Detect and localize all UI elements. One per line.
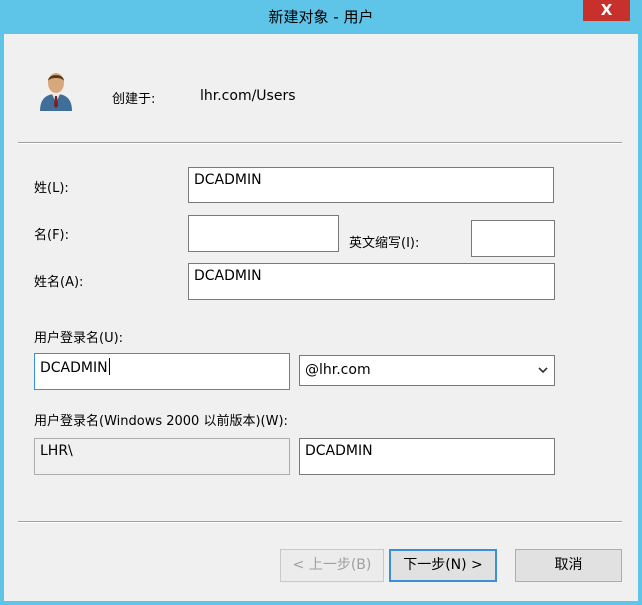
last-name-label: 姓(L): bbox=[34, 181, 69, 196]
domain-suffix-value: @lhr.com bbox=[305, 362, 371, 378]
cancel-button[interactable]: 取消 bbox=[515, 549, 622, 582]
initials-input[interactable] bbox=[471, 220, 555, 257]
text-caret bbox=[108, 358, 110, 375]
full-name-input[interactable]: DCADMIN bbox=[188, 263, 555, 300]
full-name-label: 姓名(A): bbox=[34, 275, 84, 290]
title-bar: 新建对象 - 用户 X bbox=[0, 0, 642, 34]
first-name-label: 名(F): bbox=[34, 228, 70, 243]
logon-name-value: DCADMIN bbox=[40, 360, 108, 376]
created-in-value: lhr.com/Users bbox=[200, 88, 296, 104]
chevron-down-icon bbox=[538, 367, 548, 374]
back-button[interactable]: < 上一步(B) bbox=[280, 549, 384, 582]
separator bbox=[18, 521, 622, 523]
dialog-body: 创建于: lhr.com/Users 姓(L): DCADMIN 名(F): 英… bbox=[4, 34, 638, 601]
logon-name-input[interactable]: DCADMIN bbox=[34, 353, 290, 390]
window-title: 新建对象 - 用户 bbox=[268, 8, 374, 26]
legacy-logon-input[interactable]: DCADMIN bbox=[299, 438, 555, 475]
separator bbox=[18, 142, 622, 144]
logon-name-label: 用户登录名(U): bbox=[34, 331, 124, 346]
last-name-input[interactable]: DCADMIN bbox=[188, 167, 554, 203]
first-name-input[interactable] bbox=[188, 215, 339, 252]
legacy-logon-label: 用户登录名(Windows 2000 以前版本)(W): bbox=[34, 414, 288, 429]
user-icon bbox=[40, 73, 72, 111]
legacy-domain-field: LHR\ bbox=[34, 438, 290, 475]
next-button[interactable]: 下一步(N) > bbox=[389, 549, 497, 582]
created-in-label: 创建于: bbox=[112, 92, 156, 107]
domain-suffix-select[interactable]: @lhr.com bbox=[299, 355, 555, 386]
initials-label: 英文缩写(I): bbox=[349, 236, 420, 251]
close-button[interactable]: X bbox=[583, 0, 630, 21]
